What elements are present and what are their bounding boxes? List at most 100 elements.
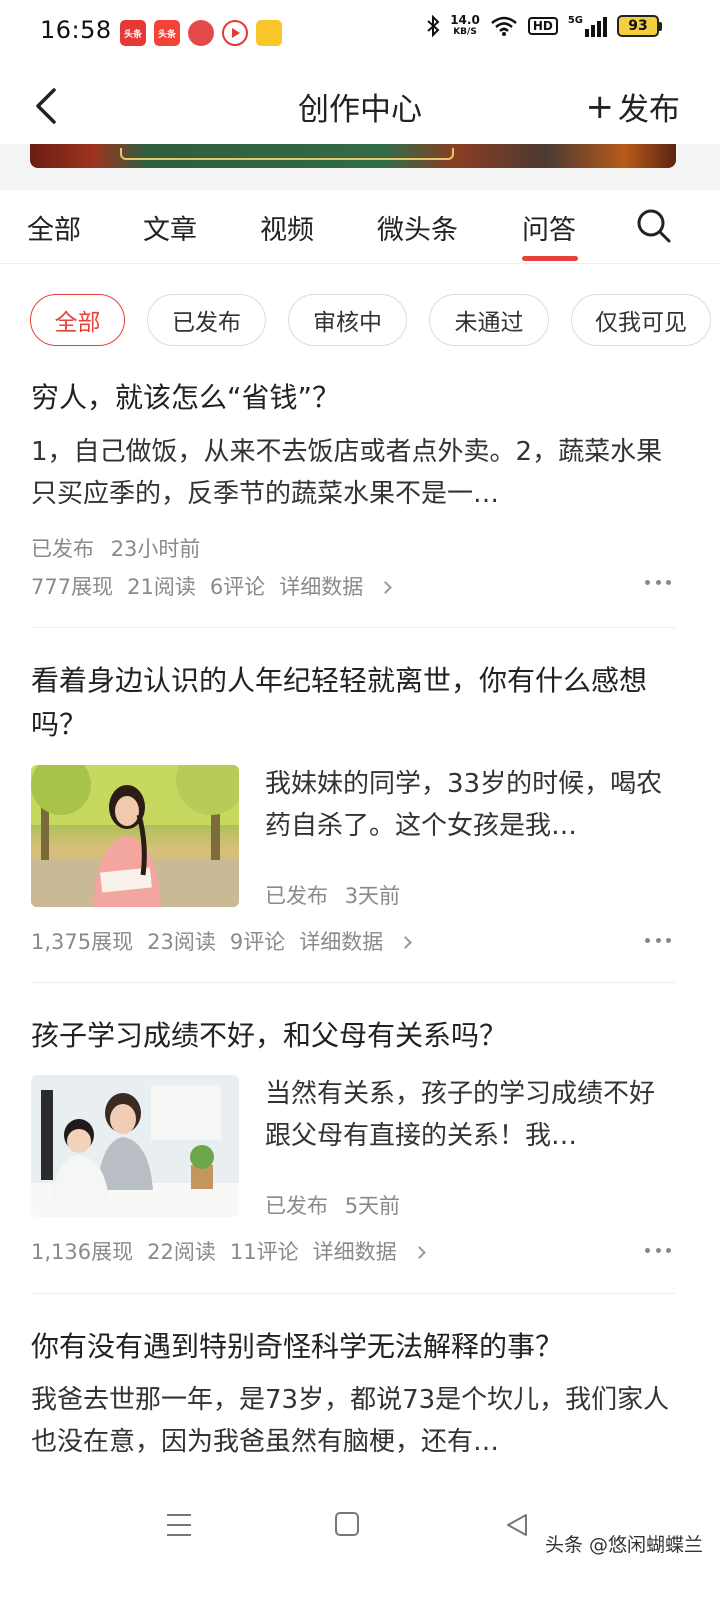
- woman-reading-photo: [31, 765, 239, 907]
- tab-articles[interactable]: 文章: [143, 208, 197, 247]
- reads-count: 23阅读: [147, 930, 216, 954]
- list-item[interactable]: 穷人，就该怎么“省钱”？ 1，自己做饭，从来不去饭店或者点外卖。2，蔬菜水果只买…: [31, 376, 675, 601]
- top-nav-bar: 创作中心 + 发布: [0, 64, 720, 144]
- filter-all[interactable]: 全部: [30, 294, 125, 346]
- reward-app-icon: [256, 20, 282, 46]
- filter-private[interactable]: 仅我可见: [571, 294, 711, 346]
- item-status-line: 已发布 3天前: [265, 880, 400, 910]
- system-back-icon[interactable]: [504, 1512, 530, 1538]
- banner-strip: [0, 144, 720, 190]
- impressions-count: 1,136展现: [31, 1240, 134, 1264]
- reads-count: 21阅读: [127, 575, 196, 599]
- video-app-icon: [222, 20, 248, 46]
- item-title[interactable]: 穷人，就该怎么“省钱”？: [31, 376, 675, 420]
- more-options-icon[interactable]: [645, 580, 671, 586]
- signal-indicator: 5G: [568, 15, 607, 37]
- banner-image[interactable]: [30, 144, 676, 168]
- mother-child-study-photo: [31, 1075, 239, 1217]
- status-indicators: 14.0 KB/S HD 5G 93: [426, 14, 662, 38]
- item-time: 23小时前: [110, 537, 201, 561]
- item-thumbnail[interactable]: [31, 1075, 239, 1217]
- active-tab-indicator: [522, 256, 578, 261]
- notification-icons: 头条 头条: [120, 20, 282, 46]
- battery-level: 93: [617, 15, 659, 37]
- signal-bar: [597, 21, 601, 37]
- tab-videos[interactable]: 视频: [260, 208, 314, 247]
- publish-label: 发布: [618, 92, 680, 128]
- filter-under-review[interactable]: 审核中: [288, 294, 407, 346]
- content-type-tabs: 全部 文章 视频 微头条 问答: [0, 190, 720, 264]
- item-stats: 1,375展现 23阅读 9评论 详细数据: [31, 926, 424, 956]
- item-status: 已发布: [31, 537, 94, 561]
- item-title[interactable]: 你有没有遇到特别奇怪科学无法解释的事？: [31, 1325, 675, 1369]
- list-item[interactable]: 孩子学习成绩不好，和父母有关系吗？ 当然有关系，孩子的学习成绩不好跟父母有直接的…: [31, 1014, 675, 1264]
- item-status: 已发布: [265, 884, 328, 908]
- item-excerpt[interactable]: 1，自己做饭，从来不去饭店或者点外卖。2，蔬菜水果只买应季的，反季节的蔬菜水果不…: [31, 431, 675, 515]
- system-navigation-bar: 头条 @悠闲蝴蝶兰: [0, 1490, 720, 1600]
- item-time: 3天前: [344, 884, 401, 908]
- detail-data-label: 详细数据: [312, 1240, 397, 1264]
- item-excerpt[interactable]: 我爸去世那一年，是73岁，都说73是个坎儿，我们家人也没在意，因为我爸虽然有脑梗…: [31, 1379, 675, 1463]
- chevron-right-icon: [379, 581, 393, 594]
- item-stats: 1,136展现 22阅读 11评论 详细数据: [31, 1236, 438, 1266]
- signal-bar: [585, 29, 589, 37]
- divider: [31, 627, 675, 628]
- plus-icon: +: [585, 86, 615, 127]
- signal-bar: [603, 17, 607, 37]
- gift-app-icon: [188, 20, 214, 46]
- wifi-icon: [491, 16, 517, 36]
- chevron-right-icon: [399, 936, 413, 949]
- item-excerpt[interactable]: 我妹妹的同学，33岁的时候，喝农药自杀了。这个女孩是我…: [265, 763, 677, 847]
- watermark: 头条 @悠闲蝴蝶兰: [545, 1534, 704, 1556]
- item-title[interactable]: 看着身边认识的人年纪轻轻就离世，你有什么感想吗？: [31, 659, 675, 747]
- toutiao-lite-app-icon: 头条: [154, 20, 180, 46]
- tab-all[interactable]: 全部: [27, 208, 81, 247]
- search-icon[interactable]: [636, 208, 672, 244]
- filter-published[interactable]: 已发布: [147, 294, 266, 346]
- divider: [31, 982, 675, 983]
- detail-data-link[interactable]: 详细数据: [279, 571, 393, 601]
- battery-icon: 93: [617, 15, 662, 37]
- item-status-line: 已发布 23小时前: [31, 533, 675, 563]
- item-status-line: 已发布 5天前: [265, 1190, 400, 1220]
- comments-count: 11评论: [229, 1240, 299, 1264]
- tab-micro-posts[interactable]: 微头条: [377, 208, 458, 247]
- publish-button[interactable]: + 发布: [586, 84, 681, 129]
- status-filter-chips: 全部 已发布 审核中 未通过 仅我可见: [0, 294, 720, 348]
- impressions-count: 1,375展现: [31, 930, 134, 954]
- bluetooth-icon: [427, 15, 440, 37]
- more-options-icon[interactable]: [645, 938, 671, 944]
- item-title[interactable]: 孩子学习成绩不好，和父母有关系吗？: [31, 1014, 675, 1058]
- reads-count: 22阅读: [147, 1240, 216, 1264]
- hd-badge: HD: [527, 17, 558, 35]
- signal-bar: [591, 25, 595, 37]
- status-time: 16:58: [40, 16, 112, 44]
- item-time: 5天前: [344, 1194, 401, 1218]
- item-stats: 777展现 21阅读 6评论 详细数据: [31, 571, 675, 601]
- comments-count: 9评论: [229, 930, 286, 954]
- item-thumbnail[interactable]: [31, 765, 239, 907]
- list-item[interactable]: 看着身边认识的人年纪轻轻就离世，你有什么感想吗？ 我妹妹的同学，33岁的时候，喝…: [31, 659, 675, 954]
- list-item[interactable]: 你有没有遇到特别奇怪科学无法解释的事？ 我爸去世那一年，是73岁，都说73是个坎…: [31, 1325, 675, 1463]
- detail-data-label: 详细数据: [299, 930, 384, 954]
- divider: [31, 1293, 675, 1294]
- detail-data-link[interactable]: 详细数据: [312, 1236, 426, 1266]
- signal-label: 5G: [567, 15, 583, 26]
- item-status: 已发布: [265, 1194, 328, 1218]
- impressions-count: 777展现: [31, 575, 114, 599]
- toutiao-app-icon: 头条: [120, 20, 146, 46]
- recent-apps-icon[interactable]: [167, 1514, 191, 1536]
- network-speed-value: 14.0: [450, 13, 480, 27]
- item-excerpt[interactable]: 当然有关系，孩子的学习成绩不好跟父母有直接的关系！我…: [265, 1073, 677, 1157]
- network-speed: 14.0 KB/S: [450, 14, 480, 38]
- tab-qa[interactable]: 问答: [522, 208, 576, 247]
- detail-data-label: 详细数据: [279, 575, 364, 599]
- more-options-icon[interactable]: [645, 1248, 671, 1254]
- filter-rejected[interactable]: 未通过: [429, 294, 549, 346]
- chevron-right-icon: [412, 1246, 426, 1259]
- home-icon[interactable]: [335, 1512, 359, 1536]
- comments-count: 6评论: [209, 575, 266, 599]
- status-bar: 16:58 头条 头条 14.0 KB/S HD 5G 93: [0, 0, 720, 64]
- detail-data-link[interactable]: 详细数据: [299, 926, 413, 956]
- network-speed-unit: KB/S: [453, 27, 477, 37]
